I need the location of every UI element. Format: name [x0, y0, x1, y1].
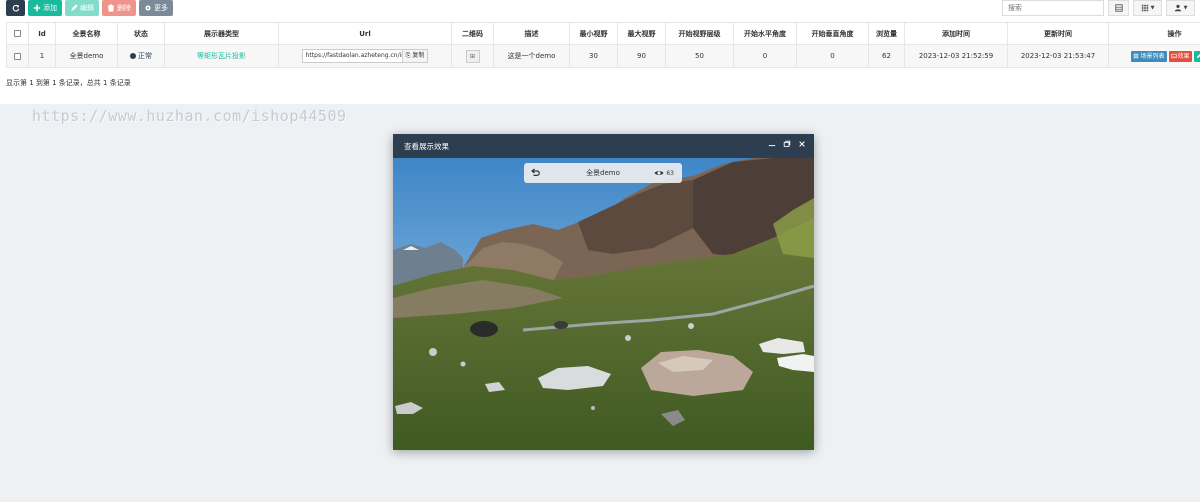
add-button-label: 添加: [43, 4, 57, 12]
data-table: Id 全景名称 状态 展示器类型 Url 二维码 描述 最小视野 最大视野 开始…: [6, 22, 1200, 68]
cell-updated: 2023-12-03 21:53:47: [1007, 44, 1109, 68]
url-field[interactable]: https://fastdaolan.azheteng.cn/index: [301, 49, 403, 63]
cell-id: 1: [28, 44, 56, 68]
column-header[interactable]: 状态: [117, 22, 165, 45]
table-row[interactable]: 1 全景demo 正常 等矩形瓦片投影 https://fastdaolan.a…: [6, 44, 1200, 68]
row-checkbox[interactable]: [14, 52, 21, 60]
list-icon: [1114, 4, 1123, 12]
column-header[interactable]: 开始视野层级: [665, 22, 734, 45]
toolbar: 添加 编辑 删除 更多: [6, 0, 173, 17]
preview-modal: 查看展示效果 全景demo 63: [393, 134, 814, 450]
more-button-label: 更多: [154, 4, 168, 12]
view-count-value: 63: [666, 169, 674, 177]
cell-url: https://fastdaolan.azheteng.cn/index ⎘ 复…: [278, 44, 452, 68]
cell-min-fov: 30: [569, 44, 618, 68]
column-header[interactable]: 更新时间: [1007, 22, 1109, 45]
add-button[interactable]: 添加: [28, 0, 62, 16]
column-header[interactable]: 描述: [493, 22, 570, 45]
cell-views: 62: [868, 44, 905, 68]
qrcode-button[interactable]: ⊞: [465, 49, 480, 63]
user-icon: [1174, 4, 1181, 12]
column-header[interactable]: 最小视野: [569, 22, 618, 45]
gear-icon: [145, 5, 151, 11]
refresh-icon: [12, 4, 19, 12]
delete-button-label: 删除: [117, 4, 131, 12]
caret-down-icon: ▼: [1183, 5, 1188, 11]
column-header[interactable]: 开始水平角度: [733, 22, 797, 45]
toggle-view-button[interactable]: [1108, 0, 1129, 16]
status-text: 正常: [138, 52, 152, 60]
select-all-cell: [6, 22, 29, 45]
url-group: https://fastdaolan.azheteng.cn/index ⎘ 复…: [301, 49, 429, 63]
cell-desc: 这是一个demo: [493, 44, 570, 68]
cell-qrcode: ⊞: [451, 44, 494, 68]
copy-button[interactable]: ⎘ 复制: [402, 49, 429, 63]
pencil-icon: [71, 4, 78, 11]
cell-type: 等矩形瓦片投影: [164, 44, 279, 68]
cell-created: 2023-12-03 21:52:59: [904, 44, 1008, 68]
column-header: 操作: [1108, 22, 1200, 45]
grid-icon: [1141, 4, 1148, 12]
cell-operations: 场景列表 效果: [1108, 44, 1200, 68]
cell-name: 全景demo: [55, 44, 118, 68]
view-count: 63: [654, 168, 674, 178]
status-dot-icon: [130, 53, 136, 59]
row-edit-button[interactable]: [1193, 50, 1200, 62]
main-page: 添加 编辑 删除 更多 ▼ ▼: [0, 0, 1200, 104]
list-icon: [1134, 53, 1139, 59]
export-dropdown-button[interactable]: ▼: [1166, 0, 1195, 16]
panorama-info-bar: 全景demo 63: [524, 163, 682, 183]
cell-max-fov: 90: [617, 44, 666, 68]
search-input[interactable]: [1002, 0, 1104, 16]
edit-button[interactable]: 编辑: [65, 0, 99, 16]
row-select-cell: [6, 44, 29, 68]
cell-start-h: 0: [733, 44, 797, 68]
panorama-viewer[interactable]: 全景demo 63: [393, 158, 814, 450]
column-header[interactable]: 全景名称: [55, 22, 118, 45]
type-link[interactable]: 等矩形瓦片投影: [197, 52, 246, 60]
copy-button-label: 复制: [412, 52, 425, 59]
cell-start-level: 50: [665, 44, 734, 68]
modal-window-controls: [768, 140, 806, 148]
view-effect-button[interactable]: 效果: [1168, 50, 1192, 62]
panorama-image[interactable]: [393, 158, 814, 450]
modal-title: 查看展示效果: [404, 141, 449, 151]
image-icon: [1170, 53, 1177, 59]
caret-down-icon: ▼: [1150, 5, 1155, 11]
more-button[interactable]: 更多: [139, 0, 173, 16]
maximize-icon[interactable]: [783, 140, 791, 148]
watermark-text: https://www.huzhan.com/ishop44509: [32, 107, 347, 125]
trash-icon: [108, 4, 114, 12]
minimize-icon[interactable]: [768, 140, 776, 148]
column-header[interactable]: 添加时间: [904, 22, 1008, 45]
edit-button-label: 编辑: [80, 4, 94, 12]
delete-button[interactable]: 删除: [102, 0, 136, 16]
scene-list-label: 场景列表: [1140, 52, 1165, 60]
column-header[interactable]: 浏览量: [868, 22, 905, 45]
column-header[interactable]: 二维码: [451, 22, 494, 45]
scene-list-button[interactable]: 场景列表: [1131, 50, 1167, 62]
close-icon[interactable]: [798, 140, 806, 148]
modal-header: 查看展示效果: [393, 134, 814, 158]
columns-dropdown-button[interactable]: ▼: [1133, 0, 1162, 16]
cell-start-v: 0: [796, 44, 869, 68]
column-header[interactable]: 开始垂直角度: [796, 22, 869, 45]
pagination-info: 显示第 1 到第 1 条记录，总共 1 条记录: [6, 79, 131, 87]
table-tools: ▼ ▼: [1002, 0, 1195, 16]
column-header[interactable]: 最大视野: [617, 22, 666, 45]
pencil-icon: [1196, 53, 1200, 59]
plus-icon: [33, 4, 41, 12]
eye-icon: [654, 171, 664, 175]
refresh-button[interactable]: [6, 0, 25, 16]
cell-status: 正常: [117, 44, 165, 68]
column-header[interactable]: 展示器类型: [164, 22, 279, 45]
select-all-checkbox[interactable]: [14, 30, 21, 37]
table-header-row: Id 全景名称 状态 展示器类型 Url 二维码 描述 最小视野 最大视野 开始…: [6, 22, 1200, 45]
view-effect-label: 效果: [1177, 52, 1190, 60]
column-header[interactable]: Id: [28, 22, 56, 45]
back-arrow-icon[interactable]: [530, 168, 540, 178]
row-operations: 场景列表 效果: [1131, 50, 1200, 62]
column-header[interactable]: Url: [278, 22, 452, 45]
